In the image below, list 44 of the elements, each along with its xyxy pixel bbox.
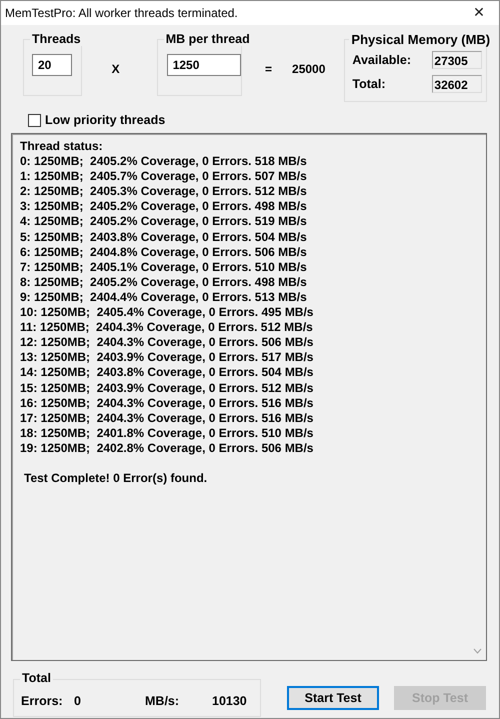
log-line: 14: 1250MB; 2403.8% Coverage, 0 Errors. 504 MB/s bbox=[20, 365, 314, 380]
checkbox-label: Low priority threads bbox=[45, 113, 166, 127]
log-line: 18: 1250MB; 2401.8% Coverage, 0 Errors. 510 MB/s bbox=[20, 426, 314, 441]
log-line: 5: 1250MB; 2403.8% Coverage, 0 Errors. 504 MB/s bbox=[20, 230, 308, 245]
log-line: 16: 1250MB; 2404.3% Coverage, 0 Errors. 516 MB/s bbox=[20, 396, 314, 411]
window-title: MemTestPro: All worker threads terminated. bbox=[5, 6, 238, 20]
errors-label: Errors: bbox=[21, 694, 64, 708]
memory-label: Available: bbox=[352, 53, 412, 67]
rate-label: MB/s: bbox=[145, 694, 180, 708]
rate-value: 10130 bbox=[212, 694, 247, 708]
log-line: 4: 1250MB; 2405.2% Coverage, 0 Errors. 519 MB/s bbox=[20, 214, 308, 230]
memory-label: Total: bbox=[352, 77, 386, 91]
threads-input[interactable]: 20 bbox=[32, 54, 72, 76]
log-line: Thread status: bbox=[20, 139, 104, 154]
log-line: 0: 1250MB; 2405.2% Coverage, 0 Errors. 518 MB/s bbox=[20, 154, 308, 170]
total-mb-value: 25000 bbox=[292, 62, 326, 76]
group-label: Total bbox=[20, 671, 53, 685]
log-line: 6: 1250MB; 2404.8% Coverage, 0 Errors. 506 MB/s bbox=[20, 244, 308, 260]
group-label: MB per thread bbox=[164, 32, 252, 46]
log-line: 13: 1250MB; 2403.9% Coverage, 0 Errors. 517 MB/s bbox=[20, 350, 314, 366]
log-line: 10: 1250MB; 2405.4% Coverage, 0 Errors. 495 MB/s bbox=[20, 305, 314, 320]
log-line: 8: 1250MB; 2405.2% Coverage, 0 Errors. 498 MB/s bbox=[20, 274, 308, 290]
group-label: Threads bbox=[30, 32, 83, 46]
log-line: 17: 1250MB; 2404.3% Coverage, 0 Errors. 516 MB/s bbox=[20, 410, 314, 426]
group-label: Physical Memory (MB) bbox=[349, 32, 492, 47]
close-button[interactable]: ✕ bbox=[459, 1, 499, 25]
log-line: 11: 1250MB; 2404.3% Coverage, 0 Errors. 512 MB/s bbox=[20, 320, 314, 336]
log-line: 2: 1250MB; 2405.3% Coverage, 0 Errors. 512 MB/s bbox=[20, 184, 308, 200]
log-line: 9: 1250MB; 2404.4% Coverage, 0 Errors. 513 MB/s bbox=[20, 290, 308, 306]
log-line: 1: 1250MB; 2405.7% Coverage, 0 Errors. 507 MB/s bbox=[20, 169, 308, 184]
errors-value: 0 bbox=[74, 694, 82, 708]
memory-value: 27305 bbox=[432, 51, 482, 69]
action-button[interactable]: Start Test bbox=[287, 686, 379, 710]
equals-sign: = bbox=[265, 62, 272, 76]
mb-per-thread-input[interactable]: 1250 bbox=[166, 54, 241, 76]
log-line: 19: 1250MB; 2402.8% Coverage, 0 Errors. 506 MB/s bbox=[20, 440, 314, 456]
log-summary: Test Complete! 0 Error(s) found. bbox=[23, 470, 208, 486]
log-line: 15: 1250MB; 2403.9% Coverage, 0 Errors. 512 MB/s bbox=[20, 380, 314, 396]
memory-value: 32602 bbox=[432, 75, 482, 93]
log-line: 12: 1250MB; 2404.3% Coverage, 0 Errors. 506 MB/s bbox=[20, 335, 314, 350]
log-line: 7: 1250MB; 2405.1% Coverage, 0 Errors. 510 MB/s bbox=[20, 260, 308, 275]
log-line: 3: 1250MB; 2405.2% Coverage, 0 Errors. 498 MB/s bbox=[20, 199, 308, 214]
multiply-sign: X bbox=[112, 62, 120, 76]
low-priority-checkbox[interactable] bbox=[28, 114, 41, 126]
